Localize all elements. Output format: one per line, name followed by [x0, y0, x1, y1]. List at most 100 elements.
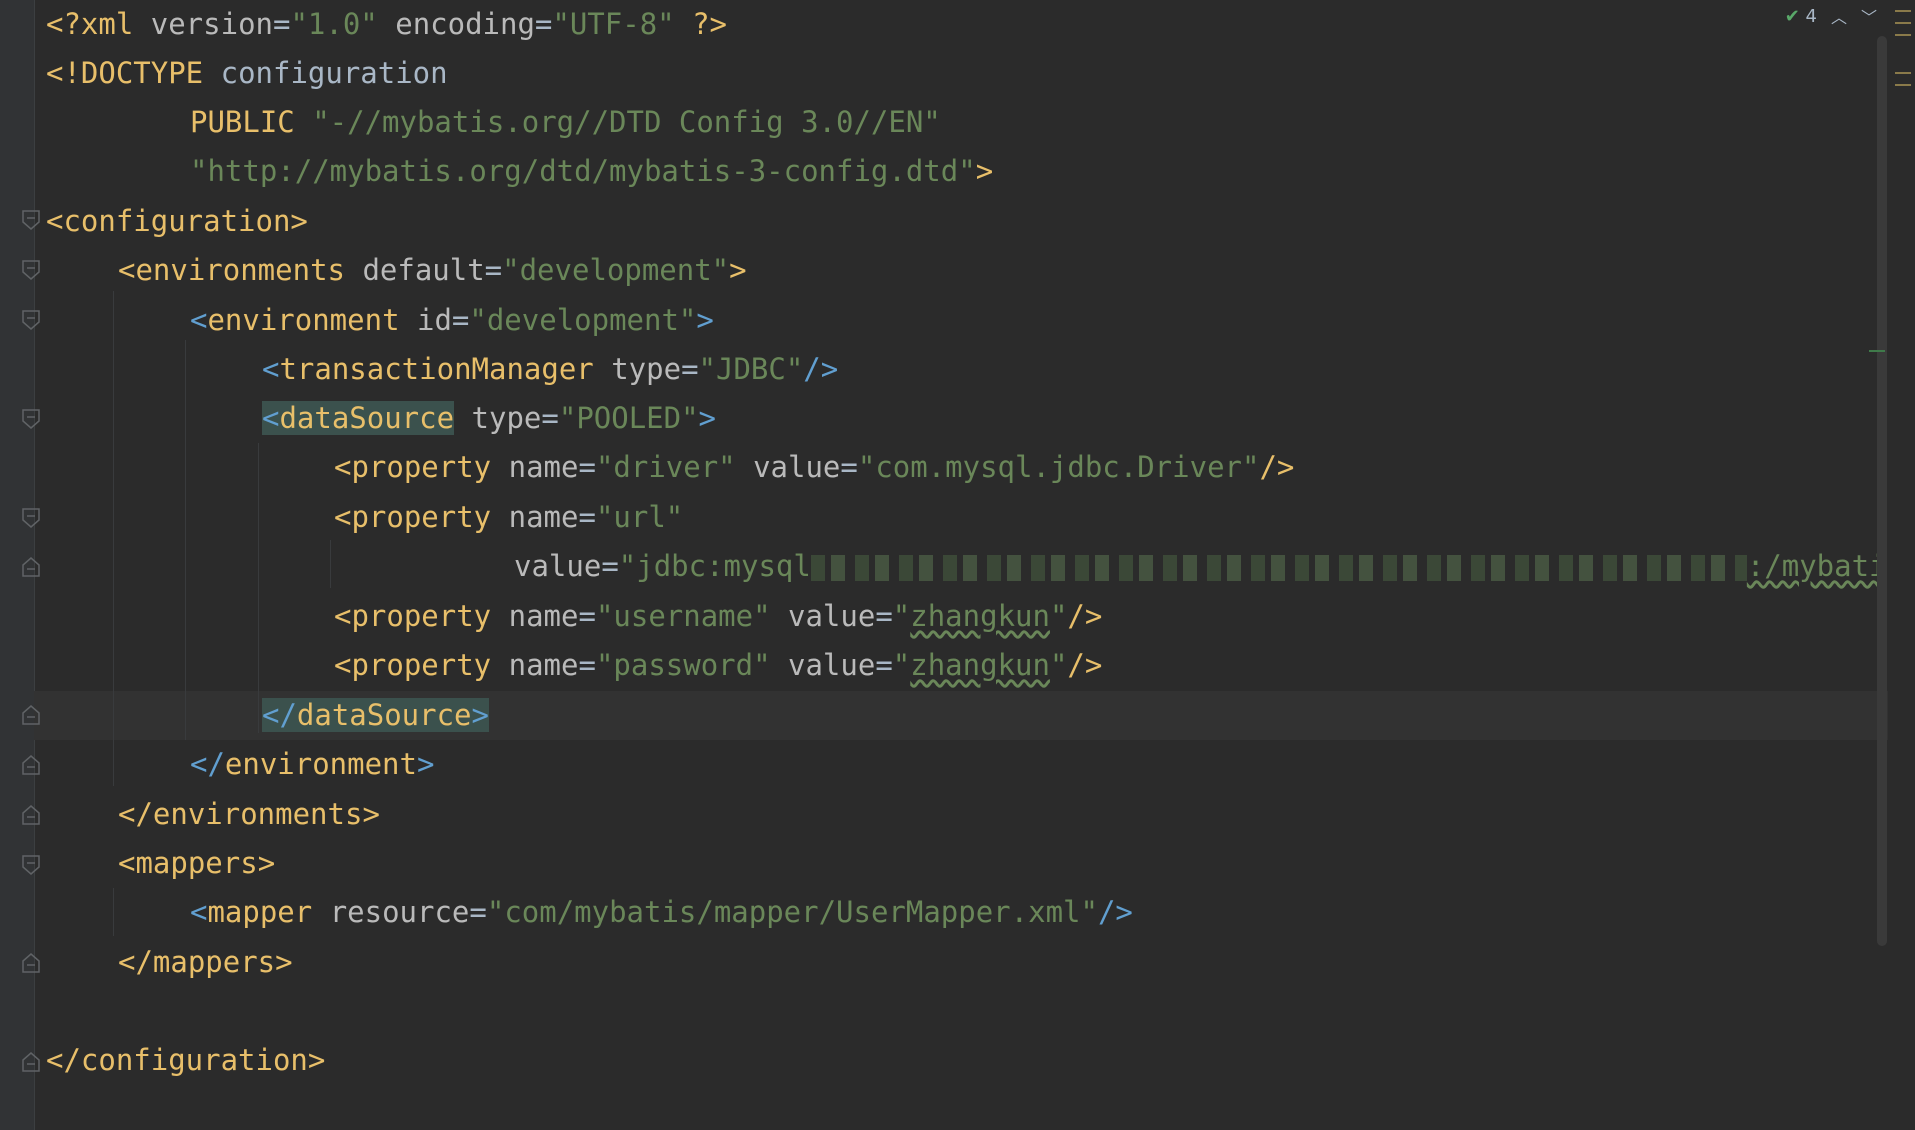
tag-name: dataSource — [279, 401, 455, 435]
code-line-20[interactable]: </mappers> — [118, 938, 293, 987]
public-keyword: PUBLIC — [190, 105, 313, 139]
attr-value: zhangkun — [910, 648, 1050, 682]
fold-open-icon[interactable] — [22, 310, 40, 330]
indent-guide — [330, 540, 331, 588]
code-line-4[interactable]: "http://mybatis.org/dtd/mybatis-3-config… — [190, 147, 993, 196]
code-line-18[interactable]: <mappers> — [118, 839, 275, 888]
fold-close-icon[interactable] — [22, 953, 40, 973]
code-line-12[interactable]: value="jdbc:mysql:/mybati — [514, 542, 1887, 591]
attr-value: "1.0" — [290, 7, 378, 41]
stripe-mark[interactable] — [1869, 350, 1885, 352]
attr-value: "development" — [502, 253, 730, 287]
redacted-region — [810, 555, 1747, 581]
fold-open-icon[interactable] — [22, 409, 40, 429]
fold-open-icon[interactable] — [22, 210, 40, 230]
attr-name: encoding — [395, 7, 535, 41]
error-stripe[interactable] — [1869, 0, 1915, 1130]
stripe-mark[interactable] — [1895, 10, 1911, 12]
tag-name: environment — [207, 303, 400, 337]
tag-name: property — [351, 648, 492, 682]
code-line-16[interactable]: </environment> — [190, 740, 434, 789]
indent-guide — [113, 291, 114, 786]
code-line-15[interactable]: </dataSource> — [262, 691, 489, 740]
attr-name: value — [788, 599, 876, 633]
inspection-status[interactable]: ✔ 4 — [1785, 6, 1817, 27]
code-line-3[interactable]: PUBLIC "-//mybatis.org//DTD Config 3.0//… — [190, 98, 941, 147]
attr-name: type — [611, 352, 682, 386]
stripe-mark[interactable] — [1895, 84, 1911, 86]
attr-name: id — [417, 303, 452, 337]
code-line-22[interactable]: </configuration> — [46, 1036, 325, 1085]
code-line-2[interactable]: <!DOCTYPE configuration — [46, 49, 448, 98]
tag-name: environment — [224, 747, 417, 781]
attr-value-tail: :/mybati — [1746, 549, 1887, 583]
tag-name: dataSource — [296, 698, 472, 732]
tag-name: environments — [152, 797, 363, 831]
code-line-17[interactable]: </environments> — [118, 790, 380, 839]
code-line-11[interactable]: <property name="url" — [334, 493, 683, 542]
stripe-mark[interactable] — [1895, 34, 1911, 36]
doctype-close: > — [975, 154, 994, 188]
code-line-9[interactable]: <dataSource type="POOLED"> — [262, 394, 716, 443]
fold-close-icon[interactable] — [22, 557, 40, 577]
fold-close-icon[interactable] — [22, 705, 40, 725]
fold-close-icon[interactable] — [22, 1052, 40, 1072]
code-line-19[interactable]: <mapper resource="com/mybatis/mapper/Use… — [190, 888, 1133, 937]
attr-name: value — [514, 549, 602, 583]
stripe-mark[interactable] — [1895, 72, 1911, 74]
attr-name: name — [508, 500, 579, 534]
chevron-up-icon[interactable]: ︿ — [1831, 4, 1847, 28]
indent-guide — [113, 888, 114, 936]
code-line-14[interactable]: <property name="password" value="zhangku… — [334, 641, 1102, 690]
fold-open-icon[interactable] — [22, 508, 40, 528]
attr-name: version — [150, 7, 273, 41]
inspection-widget[interactable]: ✔ 4 ︿ ﹀ — [1785, 4, 1877, 28]
attr-value: "com/mybatis/mapper/UserMapper.xml" — [486, 895, 1098, 929]
attr-name: default — [362, 253, 485, 287]
code-line-10[interactable]: <property name="driver" value="com.mysql… — [334, 443, 1294, 492]
code-line-5[interactable]: <configuration> — [46, 197, 308, 246]
configuration-open-tag: <configuration> — [46, 204, 308, 238]
inspection-count: 4 — [1805, 5, 1817, 27]
xml-decl-close: ?> — [674, 7, 727, 41]
attr-value: "JDBC" — [698, 352, 804, 386]
attr-name: name — [508, 648, 579, 682]
doctype-keyword: <!DOCTYPE — [46, 56, 221, 90]
code-line-13[interactable]: <property name="username" value="zhangku… — [334, 592, 1102, 641]
tag-name: property — [351, 500, 492, 534]
attr-name: name — [508, 450, 579, 484]
attr-name: name — [508, 599, 579, 633]
attr-value: "url" — [595, 500, 684, 534]
system-id: "http://mybatis.org/dtd/mybatis-3-config… — [190, 154, 976, 188]
attr-name: value — [788, 648, 876, 682]
code-line-1[interactable]: <?xml version="1.0" encoding="UTF-8" ?> — [46, 0, 727, 49]
tag-name: property — [351, 450, 492, 484]
attr-value: "UTF-8" — [552, 7, 675, 41]
code-line-7[interactable]: <environment id="development"> — [190, 296, 714, 345]
stripe-mark[interactable] — [1895, 22, 1911, 24]
code-line-6[interactable]: <environments default="development"> — [118, 246, 747, 295]
vertical-scrollbar[interactable] — [1877, 36, 1887, 946]
tag-name: mappers — [135, 846, 258, 880]
indent-guide — [185, 340, 186, 740]
tag-name: property — [351, 599, 492, 633]
fold-close-icon[interactable] — [22, 755, 40, 775]
chevron-down-icon[interactable]: ﹀ — [1861, 4, 1877, 28]
code-line-8[interactable]: <transactionManager type="JDBC"/> — [262, 345, 838, 394]
attr-value: "driver" — [595, 450, 736, 484]
check-icon: ✔ — [1784, 5, 1800, 27]
attr-name: resource — [329, 895, 470, 929]
configuration-close-tag: </configuration> — [46, 1043, 326, 1077]
tag-name: environments — [135, 253, 345, 287]
fold-open-icon[interactable] — [22, 260, 40, 280]
code-editor[interactable]: <?xml version="1.0" encoding="UTF-8" ?> … — [0, 0, 1915, 1130]
attr-name: value — [753, 450, 841, 484]
doctype-name: configuration — [220, 56, 448, 90]
tag-name: mappers — [152, 945, 276, 979]
fold-close-icon[interactable] — [22, 805, 40, 825]
attr-value: zhangkun — [910, 599, 1050, 633]
fold-open-icon[interactable] — [22, 855, 40, 875]
attr-value: "jdbc:mysql — [618, 549, 811, 583]
tag-name: transactionManager — [279, 352, 594, 386]
indent-guide — [258, 443, 259, 733]
